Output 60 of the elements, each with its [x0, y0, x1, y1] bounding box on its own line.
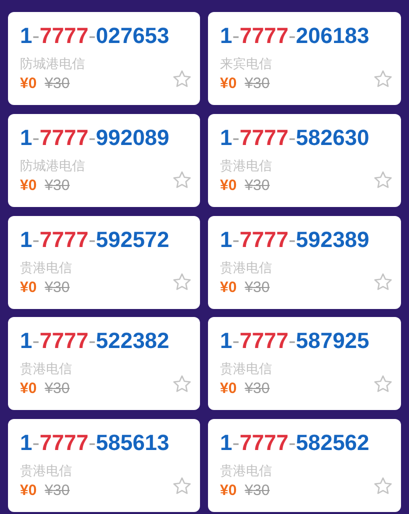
phone-number: 1-7777-585613 [20, 429, 170, 458]
number-card[interactable]: 1-7777-027653 防城港电信 ¥0 ¥30 [8, 12, 200, 105]
phone-number: 1-7777-592572 [20, 226, 170, 254]
price: ¥0 [20, 380, 37, 398]
phone-number: 1-7777-206183 [220, 22, 370, 50]
number-card[interactable]: 1-7777-585613 贵港电信 ¥0 ¥30 [8, 419, 200, 512]
phone-number: 1-7777-027653 [20, 22, 170, 50]
carrier-region: 贵港电信 [20, 463, 72, 480]
original-price: ¥30 [244, 75, 270, 92]
original-price: ¥30 [244, 176, 270, 194]
phone-number: 1-7777-522382 [20, 327, 170, 356]
carrier-region: 防城港电信 [20, 158, 85, 174]
star-icon[interactable] [172, 476, 192, 496]
carrier-region: 来宾电信 [220, 56, 272, 72]
star-icon[interactable] [172, 170, 192, 190]
price: ¥0 [220, 278, 237, 296]
price: ¥0 [20, 176, 37, 194]
star-icon[interactable] [373, 272, 393, 292]
price: ¥0 [20, 75, 37, 92]
star-icon[interactable] [373, 476, 393, 496]
carrier-region: 贵港电信 [20, 361, 72, 378]
number-card[interactable]: 1-7777-522382 贵港电信 ¥0 ¥30 [8, 317, 200, 410]
price: ¥0 [220, 75, 237, 92]
star-icon[interactable] [172, 68, 192, 88]
original-price: ¥30 [44, 278, 70, 296]
star-icon[interactable] [172, 374, 192, 394]
phone-number: 1-7777-592389 [220, 226, 370, 254]
original-price: ¥30 [244, 278, 270, 296]
price: ¥0 [220, 176, 237, 194]
star-icon[interactable] [373, 170, 393, 190]
star-icon[interactable] [172, 272, 192, 292]
phone-number: 1-7777-582562 [220, 429, 370, 458]
number-card[interactable]: 1-7777-592389 贵港电信 ¥0 ¥30 [208, 216, 401, 309]
price: ¥0 [20, 482, 37, 500]
number-card[interactable]: 1-7777-582562 贵港电信 ¥0 ¥30 [208, 419, 401, 512]
price: ¥0 [220, 482, 237, 500]
original-price: ¥30 [44, 380, 70, 398]
number-card[interactable]: 1-7777-582630 贵港电信 ¥0 ¥30 [208, 114, 401, 207]
price: ¥0 [220, 380, 237, 398]
number-card[interactable]: 1-7777-587925 贵港电信 ¥0 ¥30 [208, 317, 401, 410]
phone-number: 1-7777-587925 [220, 327, 370, 356]
phone-number: 1-7777-582630 [220, 124, 370, 152]
number-card[interactable]: 1-7777-592572 贵港电信 ¥0 ¥30 [8, 216, 200, 309]
star-icon[interactable] [373, 374, 393, 394]
carrier-region: 贵港电信 [20, 260, 72, 276]
carrier-region: 贵港电信 [220, 260, 272, 276]
price: ¥0 [20, 278, 37, 296]
original-price: ¥30 [44, 176, 70, 194]
carrier-region: 贵港电信 [220, 361, 272, 378]
original-price: ¥30 [44, 75, 70, 92]
original-price: ¥30 [244, 380, 270, 398]
phone-number: 1-7777-992089 [20, 124, 170, 152]
carrier-region: 防城港电信 [20, 56, 85, 72]
number-card[interactable]: 1-7777-206183 来宾电信 ¥0 ¥30 [208, 12, 401, 105]
carrier-region: 贵港电信 [220, 463, 272, 480]
number-card[interactable]: 1-7777-992089 防城港电信 ¥0 ¥30 [8, 114, 200, 207]
original-price: ¥30 [44, 482, 70, 500]
original-price: ¥30 [244, 482, 270, 500]
carrier-region: 贵港电信 [220, 158, 272, 174]
star-icon[interactable] [373, 68, 393, 88]
